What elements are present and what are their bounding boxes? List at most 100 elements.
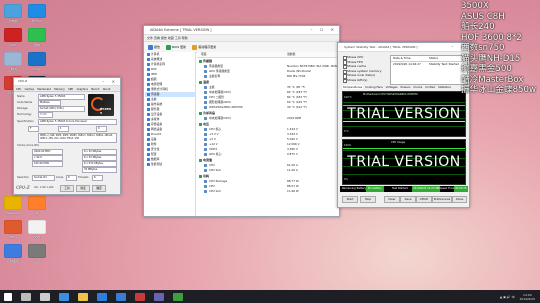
cpuz-tech-field: 7 nm	[38, 112, 53, 118]
desktop-icon-2[interactable]	[28, 4, 46, 18]
desktop-icon-12[interactable]	[28, 220, 46, 234]
clock[interactable]: 14:04 2019/9/20	[520, 293, 535, 301]
cpuz-spec-label: Specification	[17, 120, 34, 123]
cpuz-instructions-field: MMX(+), SSE, SSE2, SSE3, SSSE3, SSE4.1, …	[38, 133, 117, 143]
clock-date: 2019/9/20	[519, 296, 535, 301]
aida64-menubar[interactable]: 文件 查看 报告 收藏 工具 帮助	[144, 35, 339, 42]
tab-unified[interactable]: Unified	[424, 85, 436, 89]
taskbar-cpuz-icon[interactable]	[154, 292, 164, 301]
cpuz-tab-about[interactable]: About	[102, 88, 112, 91]
desktop-icon-label: 设置	[33, 259, 40, 263]
tab-voltages[interactable]: Voltages	[385, 85, 399, 89]
desktop-icon-4[interactable]	[28, 28, 46, 42]
stability-status-bar: Remaining Battery: No battery Test Start…	[340, 186, 468, 192]
desktop-icon-5[interactable]	[4, 52, 22, 66]
tab-statistics[interactable]: Statistics	[437, 85, 452, 89]
taskbar-explorer-icon[interactable]	[78, 292, 88, 301]
taskbar-edge-icon[interactable]	[59, 292, 69, 301]
cpuz-ok-button[interactable]: 确定	[92, 185, 106, 192]
desktop-icon-13[interactable]	[4, 244, 22, 258]
header-item[interactable]: 项目	[201, 52, 207, 57]
header-value[interactable]: 当前值	[287, 52, 295, 57]
cpuz-tech-label: Technology	[17, 113, 32, 116]
stress-checkbox[interactable]: Stress GPU(s)	[342, 78, 388, 83]
desktop-icon-1[interactable]	[4, 4, 22, 18]
driver-icon	[192, 44, 198, 50]
cpuz-tab-caches[interactable]: Caches	[24, 88, 35, 91]
cpuz-window-controls[interactable]: – ✕	[102, 78, 118, 85]
cpu-usage-graph: CPU Usage 100% 0% TRIAL VERSION	[342, 139, 466, 185]
desktop-icon-10[interactable]	[28, 196, 46, 210]
stability-titlebar[interactable]: System Stability Test - AIDA64 [ TRIAL V…	[338, 43, 469, 52]
desktop-icon-label: 控制面板	[6, 259, 19, 263]
clear-button[interactable]: Clear	[384, 196, 400, 203]
tab-clocks[interactable]: Clocks	[412, 85, 423, 89]
taskbar-mail-icon[interactable]	[116, 292, 126, 301]
cpuz-validate-button[interactable]: 验证	[76, 185, 90, 192]
cpuz-tab-cpu[interactable]: CPU	[15, 88, 22, 91]
system-tray[interactable]: ▲ ▣ 🔊 中 14:04 2019/9/20	[500, 293, 540, 301]
desktop-icon-label: 文档	[33, 235, 40, 239]
cpuz-tab-graphics[interactable]: Graphics	[76, 88, 89, 91]
report-button[interactable]: 报告	[148, 44, 160, 50]
cpuz-tab-memory[interactable]: Memory	[53, 88, 66, 91]
cpuz-tools-button[interactable]: 工具	[60, 185, 74, 192]
taskbar-start-icon[interactable]	[4, 292, 12, 301]
cpuz-threads-label: Threads	[78, 176, 89, 179]
sensor-value: 11.66 W	[287, 189, 299, 193]
aida64-window-controls[interactable]: – ☐ ✕	[311, 26, 337, 34]
status-table: Date & Time Status 2019/9/20 14:04:27 St…	[390, 55, 468, 85]
cpuz-tab-spd[interactable]: SPD	[67, 88, 74, 91]
cpuz-tab-mainboard[interactable]: Mainboard	[36, 88, 52, 91]
report-icon	[148, 44, 153, 50]
aida64-tree[interactable]: 计算机 系统概述 计算机名称 DMI IPMI 超频 电源管理 便携式计算机 传感器 主板 操作系统…	[145, 52, 196, 216]
desktop-icon-label: WeGame	[6, 211, 20, 215]
battery-value: No battery	[366, 186, 384, 192]
tree-item[interactable]: 性能测试	[145, 162, 195, 167]
taskbar-taskview-icon[interactable]	[40, 292, 50, 301]
elapsed-value: 00:00:20	[454, 186, 468, 192]
amd-ryzen-logo-icon: RYZEN 5	[88, 94, 114, 116]
driver-update-button[interactable]: 驱动程序更新	[192, 44, 216, 50]
cpuz-selection-dropdown[interactable]: Socket #1	[32, 175, 55, 181]
cpuz-titlebar[interactable]: CPU-Z – ✕	[14, 78, 120, 86]
taskbar-aida64-icon[interactable]	[135, 292, 145, 301]
desktop-icon-label: Edge	[33, 67, 41, 71]
spec-overlay: 3500X ASUS C8H 船长240 HOF 3600 8*2 西数sn75…	[461, 1, 536, 96]
desktop-icon-14[interactable]	[28, 244, 46, 258]
close-button[interactable]: Close	[452, 196, 467, 203]
taskbar-stability-icon[interactable]	[173, 292, 183, 301]
cpuz-model-field: 1	[58, 126, 69, 132]
tab-powers[interactable]: Powers	[399, 85, 411, 89]
tray-icons[interactable]: ▲ ▣ 🔊 中	[500, 295, 515, 299]
spec-line-psu1: 航嘉黑金500	[461, 64, 512, 74]
trial-watermark-2: TRIAL VERSION	[347, 154, 461, 170]
stop-button[interactable]: Stop	[360, 196, 376, 203]
taskbar-search-icon[interactable]	[21, 292, 31, 301]
save-button[interactable]: Save	[400, 196, 416, 203]
spec-line-cooler-aio: 船长240	[461, 22, 495, 32]
cpuz-package-label: Package	[17, 107, 28, 110]
status-header-status: Status	[429, 56, 438, 60]
battery-label: Remaining Battery:	[342, 187, 367, 190]
cpuz-cache-l3: 32 MBytes	[82, 167, 117, 173]
desktop-icon-6[interactable]	[28, 52, 46, 66]
cpuz-tab-bench[interactable]: Bench	[90, 88, 100, 91]
desktop-icon-9[interactable]	[4, 196, 22, 210]
taskbar-store-icon[interactable]	[97, 292, 107, 301]
cpuid-button[interactable]: CPUID	[416, 196, 432, 203]
start-button[interactable]: Start	[342, 196, 358, 203]
sensor-row[interactable]: CPU SoC 11.66 W	[197, 189, 339, 194]
desktop-icon-3[interactable]	[4, 28, 22, 42]
spec-line-case: 酷冷MasterBox	[461, 74, 524, 85]
aida64-titlebar[interactable]: AIDA64 Extreme [ TRIAL VERSION ] – ☐ ✕	[144, 26, 339, 35]
spec-line-cpu: 3500X	[461, 1, 489, 11]
tab-temperatures[interactable]: Temperatures	[342, 85, 364, 89]
desktop-icon-11[interactable]	[4, 220, 22, 234]
cpuz-cores-label: Cores	[56, 176, 64, 179]
bios-update-button[interactable]: BIOS 更新	[166, 44, 186, 50]
tab-cooling-fans[interactable]: Cooling Fans	[364, 85, 384, 89]
desktop-icon-label: 腾讯QQ	[31, 19, 43, 23]
sensor-name: CPU SoC	[209, 189, 222, 193]
preferences-button[interactable]: Preferences	[432, 196, 452, 203]
